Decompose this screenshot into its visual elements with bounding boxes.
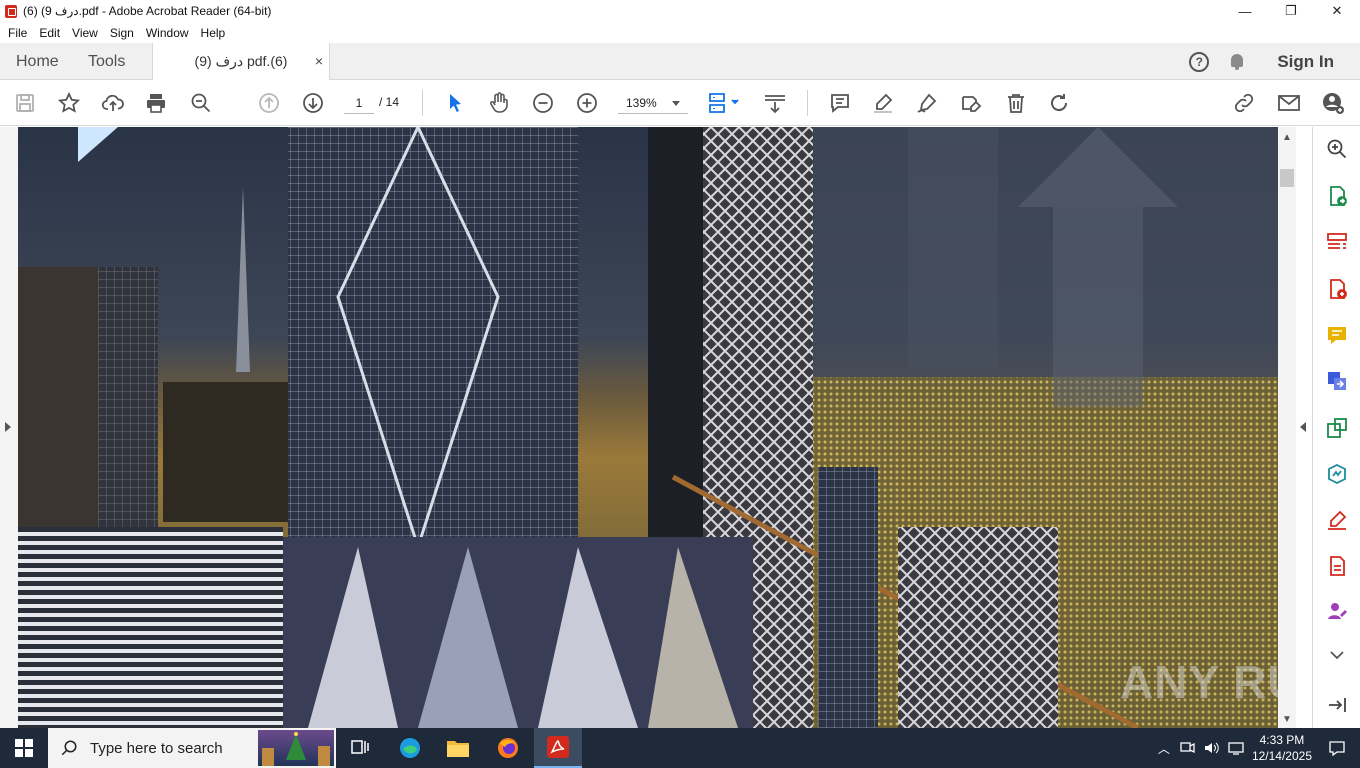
- select-cursor-icon[interactable]: [443, 91, 467, 115]
- edge-browser-icon[interactable]: [386, 728, 434, 768]
- toolbar-divider: [807, 90, 808, 116]
- toolbar-divider: [422, 90, 423, 116]
- scroll-mode-icon[interactable]: [763, 91, 787, 115]
- search-icon: [61, 740, 77, 756]
- compress-pdf-icon[interactable]: [1325, 416, 1349, 440]
- taskbar-clock[interactable]: 4:33 PM 12/14/2025: [1252, 732, 1312, 764]
- firefox-icon[interactable]: [484, 728, 532, 768]
- acrobat-taskbar-icon[interactable]: [534, 728, 582, 768]
- search-highlight-image: [258, 730, 334, 766]
- search-placeholder: Type here to search: [90, 739, 223, 757]
- notification-center-icon[interactable]: [1328, 740, 1346, 756]
- network-icon[interactable]: [1180, 741, 1196, 755]
- tab-bar: Home Tools درف (9) pdf.(6) × ? Sign In: [0, 43, 1360, 80]
- taskbar-search-box[interactable]: Type here to search: [48, 728, 336, 768]
- menu-edit[interactable]: Edit: [33, 26, 66, 40]
- right-panel-toggle[interactable]: [1296, 127, 1312, 728]
- vertical-scrollbar[interactable]: ▲ ▼: [1278, 127, 1296, 728]
- search-zoom-icon[interactable]: [1325, 137, 1349, 161]
- page-total: / 14: [379, 95, 400, 109]
- delete-trash-icon[interactable]: [1004, 91, 1028, 115]
- highlight-pen-icon[interactable]: [871, 91, 895, 115]
- zoom-in-icon[interactable]: [575, 91, 599, 115]
- sign-pen-icon[interactable]: [1325, 508, 1349, 532]
- windows-taskbar: Type here to search ︿ 4:33 PM 12/14/2025: [0, 728, 1360, 768]
- share-link-icon[interactable]: [1232, 91, 1256, 115]
- scrollbar-thumb[interactable]: [1280, 169, 1294, 187]
- tab-home[interactable]: Home: [16, 43, 59, 80]
- zoom-level-value: 139%: [626, 96, 657, 110]
- comment-icon[interactable]: [828, 91, 852, 115]
- acrobat-app-icon: [5, 4, 17, 18]
- document-icon[interactable]: [1325, 554, 1349, 578]
- chevron-left-icon: [1300, 422, 1306, 432]
- page-fit-icon[interactable]: [707, 91, 741, 115]
- menu-window[interactable]: Window: [140, 26, 195, 40]
- previous-page-icon[interactable]: [257, 91, 281, 115]
- system-tray: ︿ 4:33 PM 12/14/2025: [1158, 728, 1360, 768]
- clock-time: 4:33 PM: [1259, 733, 1305, 747]
- comment-tool-icon[interactable]: [1325, 323, 1349, 347]
- sign-in-button[interactable]: Sign In: [1277, 52, 1334, 72]
- close-tab-button[interactable]: ×: [315, 53, 323, 69]
- export-pdf-icon[interactable]: [1325, 184, 1349, 208]
- pdf-page-image: [18, 127, 1278, 728]
- upload-cloud-icon[interactable]: [101, 91, 125, 115]
- save-icon[interactable]: [13, 91, 37, 115]
- left-panel-toggle[interactable]: [0, 127, 18, 728]
- maximize-button[interactable]: ❐: [1268, 0, 1314, 22]
- chevron-right-icon: [5, 422, 11, 432]
- menu-help[interactable]: Help: [195, 26, 232, 40]
- zoom-out-icon[interactable]: [531, 91, 555, 115]
- windows-start-icon[interactable]: [0, 728, 48, 768]
- chevron-up-icon[interactable]: ︿: [1158, 740, 1170, 757]
- zoom-out-search-icon[interactable]: [189, 91, 213, 115]
- minimize-button[interactable]: —: [1222, 0, 1268, 22]
- add-user-icon[interactable]: [1321, 91, 1345, 115]
- menu-bar: File Edit View Sign Window Help: [0, 22, 1360, 43]
- page-number-input[interactable]: 1: [344, 92, 374, 114]
- volume-icon[interactable]: [1204, 741, 1220, 755]
- title-bar: درف 9) (6).pdf - Adobe Acrobat Reader (6…: [0, 0, 1360, 22]
- task-view-icon[interactable]: [336, 728, 384, 768]
- scroll-down-icon[interactable]: ▼: [1282, 714, 1292, 725]
- menu-view[interactable]: View: [66, 26, 104, 40]
- fill-sign-icon[interactable]: [1325, 462, 1349, 486]
- scroll-up-icon[interactable]: ▲: [1282, 132, 1292, 143]
- edit-text-icon[interactable]: [959, 91, 983, 115]
- right-tools-pane: [1312, 127, 1360, 728]
- zoom-level-select[interactable]: 139%: [618, 92, 688, 114]
- hand-tool-icon[interactable]: [487, 91, 511, 115]
- print-icon[interactable]: [144, 91, 168, 115]
- rotate-icon[interactable]: [1047, 91, 1071, 115]
- next-page-icon[interactable]: [301, 91, 325, 115]
- notification-bell-icon[interactable]: [1229, 53, 1245, 71]
- more-tools-chevron-icon[interactable]: [1325, 643, 1349, 667]
- file-explorer-icon[interactable]: [434, 728, 482, 768]
- menu-sign[interactable]: Sign: [104, 26, 140, 40]
- email-envelope-icon[interactable]: [1277, 91, 1301, 115]
- clock-date: 12/14/2025: [1251, 749, 1312, 763]
- main-toolbar: 1 / 14 139%: [0, 80, 1360, 126]
- menu-file[interactable]: File: [2, 26, 33, 40]
- document-tab-label: درف (9) pdf.(6): [194, 53, 288, 69]
- tab-tools[interactable]: Tools: [88, 43, 125, 80]
- help-icon[interactable]: ?: [1189, 51, 1210, 72]
- create-pdf-icon[interactable]: [1325, 277, 1349, 301]
- city-skyline-image: [18, 127, 1278, 728]
- close-window-button[interactable]: ✕: [1314, 0, 1360, 22]
- combine-files-icon[interactable]: [1325, 369, 1349, 393]
- chevron-down-icon: [672, 101, 680, 106]
- display-icon[interactable]: [1228, 741, 1244, 755]
- tab-document[interactable]: درف (9) pdf.(6) ×: [152, 43, 330, 80]
- bookmark-star-icon[interactable]: [57, 91, 81, 115]
- window-title: درف 9) (6).pdf - Adobe Acrobat Reader (6…: [23, 4, 272, 18]
- collapse-pane-icon[interactable]: [1325, 693, 1349, 717]
- request-signature-icon[interactable]: [1325, 599, 1349, 623]
- organize-pages-icon[interactable]: [1325, 230, 1349, 254]
- draw-pen-icon[interactable]: [915, 91, 939, 115]
